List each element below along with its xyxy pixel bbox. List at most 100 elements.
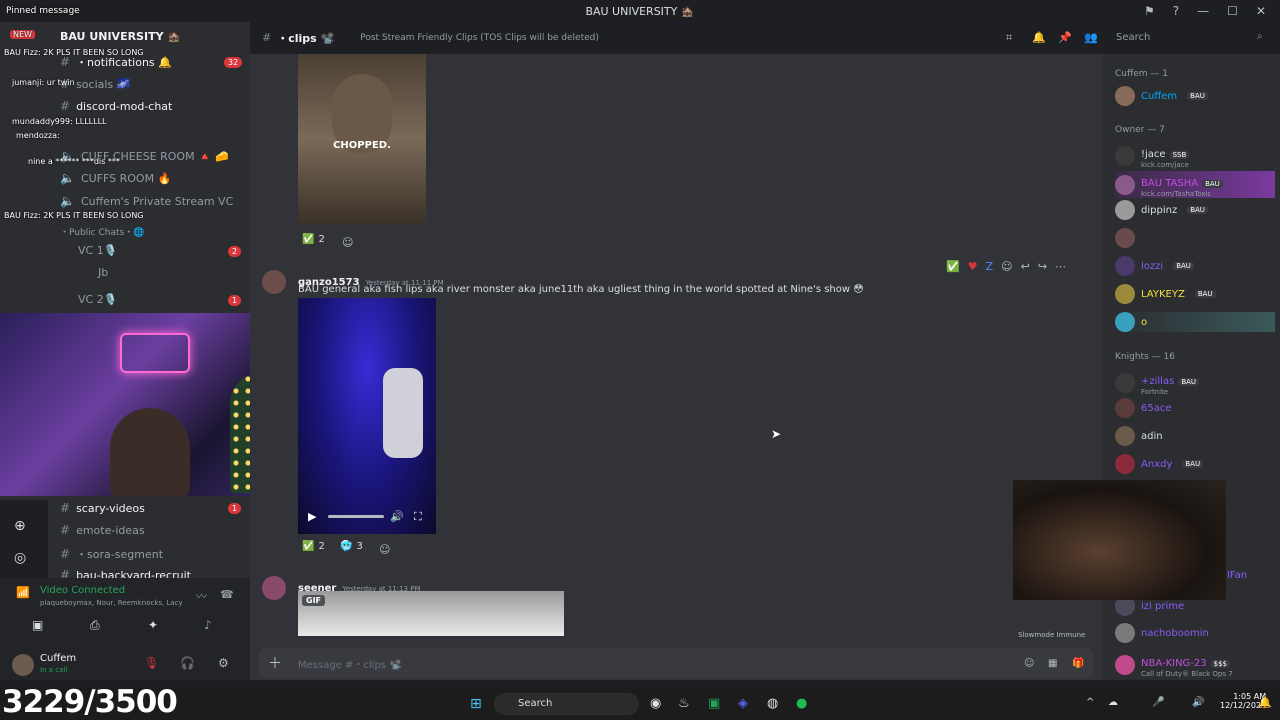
reaction-cold[interactable]: 🥶 3 [340,541,363,552]
members-icon[interactable]: 👥 [1084,31,1098,44]
play-icon[interactable]: ▶ [308,510,316,523]
discover-icon[interactable]: ◎ [14,550,26,566]
fullscreen-icon[interactable]: ⛶ [414,510,422,524]
reply-icon[interactable]: ↩ [1021,260,1030,273]
member-row[interactable]: 65ace [1115,398,1172,418]
app-icon[interactable]: ▣ [708,696,720,711]
member-row[interactable]: Cuffem BAU [1115,86,1208,106]
avatar [1115,623,1135,643]
soundboard-icon[interactable]: ♪ [204,618,212,632]
heart-reaction-icon[interactable]: ♥ [968,260,978,273]
activities-icon[interactable]: ✦ [148,618,158,632]
channel-scary-videos[interactable]: # scary-videos [60,501,145,515]
add-reaction-icon[interactable]: ☺ [1001,260,1012,273]
member-row[interactable]: lozzi BAU [1115,256,1194,276]
reaction-check[interactable]: ✅ 2 [302,234,325,245]
voice-vc2[interactable]: VC 2🎙️ [78,293,117,306]
guild-name[interactable]: BAU UNIVERSITY 🏚️ [60,30,181,43]
member-row[interactable]: o [1115,312,1275,332]
add-reaction-icon[interactable]: ☺ [342,236,353,249]
spotify-icon[interactable]: ● [796,696,807,711]
mic-icon[interactable]: 🎤 [1152,697,1164,708]
channel-emote-ideas[interactable]: # emote-ideas [60,523,145,537]
disconnect-icon[interactable]: ☎ [220,588,234,601]
member-row[interactable]: nachoboomin [1115,623,1209,643]
noise-suppression-icon[interactable]: 〰 [196,588,207,604]
clip-thumbnail[interactable]: CHOPPED. [298,54,426,224]
help-icon[interactable]: ? [1173,4,1179,18]
settings-gear-icon[interactable]: ⚙ [218,656,229,670]
forward-icon[interactable]: ↪ [1038,260,1047,273]
minimize-button[interactable]: — [1197,4,1209,18]
gif-attachment[interactable]: GIF [298,591,564,636]
channel-notifications[interactable]: # ・notifications 🔔 [60,54,172,70]
start-icon[interactable]: ⊞ [470,696,482,712]
emoji-icon[interactable]: ☺ [1024,658,1034,669]
voice-cuffs-room[interactable]: 🔈 CUFFS ROOM 🔥 [60,171,171,185]
add-server-icon[interactable]: ⊕ [14,518,26,534]
voice-user-jb[interactable]: Jb [98,266,108,279]
avatar [1115,174,1135,195]
category-public-chats[interactable]: ・Public Chats・🌐 [60,225,144,238]
voice-vc1[interactable]: VC 1🎙️ [78,244,117,257]
gift-icon[interactable]: 🎁 [1072,658,1084,669]
voice-private-stream[interactable]: 🔈 Cuffem's Private Stream VC [60,194,233,208]
channel-topic[interactable]: Post Stream Friendly Clips (TOS Clips wi… [360,33,599,43]
avatar [1115,372,1135,393]
close-button[interactable]: ✕ [1256,4,1266,18]
member-row[interactable]: +zillas BAU Fortnite [1115,369,1200,396]
sticker-icon[interactable]: ▦ [1048,658,1057,669]
search-input[interactable]: Search [1110,28,1272,48]
add-reaction-icon[interactable]: ☺ [379,543,390,556]
member-name: o [1141,316,1148,328]
mute-icon[interactable]: 🎙 [144,656,159,670]
message-input[interactable]: ＋ Message #・clips 📽️ ☺ ▦ 🎁 [258,648,1094,678]
avatar [1115,398,1135,418]
bell-icon[interactable]: 🔔 [1032,31,1046,44]
deafen-icon[interactable]: 🎧 [180,656,195,670]
check-reaction-icon[interactable]: ✅ [946,260,960,273]
maximize-button[interactable]: ☐ [1227,4,1238,18]
avatar[interactable] [262,270,286,294]
member-row[interactable]: NBA-KING-23 $$$ Call of Duty® Black Ops 7 [1115,651,1233,678]
inbox-icon[interactable]: ⚑ [1144,4,1155,18]
member-row[interactable]: !jace SSB kick.com/jace [1115,142,1190,169]
reaction-check[interactable]: ✅ 2 [302,541,325,552]
progress-bar[interactable] [328,515,384,518]
channel-socials[interactable]: # socials 🌌 [60,77,130,91]
avatar [1115,145,1135,166]
video-attachment[interactable]: ▶ 🔊 ⛶ [298,298,436,534]
channel-sora-segment[interactable]: # ・sora-segment [60,546,163,562]
chrome-icon[interactable]: ◉ [650,696,661,711]
member-row[interactable]: lFan [1227,570,1247,581]
notification-icon[interactable]: 🔔 [1258,696,1272,709]
member-row[interactable]: Anxdy BAU [1115,454,1204,474]
channel-discord-mod-chat[interactable]: # discord-mod-chat [60,99,172,113]
obs-icon[interactable]: ◍ [767,696,778,711]
attach-icon[interactable]: ＋ [268,653,282,673]
cloud-icon[interactable]: ☁ [1108,697,1118,708]
volume-icon[interactable]: 🔊 [1192,697,1204,708]
member-row[interactable]: BAU TASHA BAU kick.com/TashaToxic [1115,171,1275,198]
tray-chevron-icon[interactable]: ^ [1086,697,1094,708]
member-row[interactable]: dippinz BAU [1115,200,1208,220]
more-icon[interactable]: ⋯ [1055,260,1066,273]
taskbar-search[interactable]: Search [494,693,639,715]
member-row[interactable] [1115,228,1135,248]
member-row[interactable]: adin [1115,426,1163,446]
screen-share-icon[interactable]: ⎙ [90,618,100,633]
volume-icon[interactable]: 🔊 [390,510,404,523]
voice-cuff-cheese-room[interactable]: 🔈 CUFF CHEESE ROOM 🔺 🧀 [60,149,229,163]
member-name: izi prime [1141,600,1185,612]
streamer [110,408,190,496]
member-row[interactable]: LAYKEYZ BAU [1115,284,1216,304]
z-reaction-icon[interactable]: Z [986,260,994,273]
camera-off-icon[interactable]: ▣ [32,618,43,632]
steam-icon[interactable]: ♨ [678,696,690,711]
avatar[interactable] [12,654,34,676]
voice-participants[interactable]: plaqueboymax, Nour, Reemknocks, Lacy [40,599,183,607]
pin-icon[interactable]: 📌 [1058,31,1072,44]
avatar[interactable] [262,576,286,600]
threads-icon[interactable]: ⌗ [1006,31,1012,45]
discord-icon[interactable]: ◈ [738,696,748,711]
